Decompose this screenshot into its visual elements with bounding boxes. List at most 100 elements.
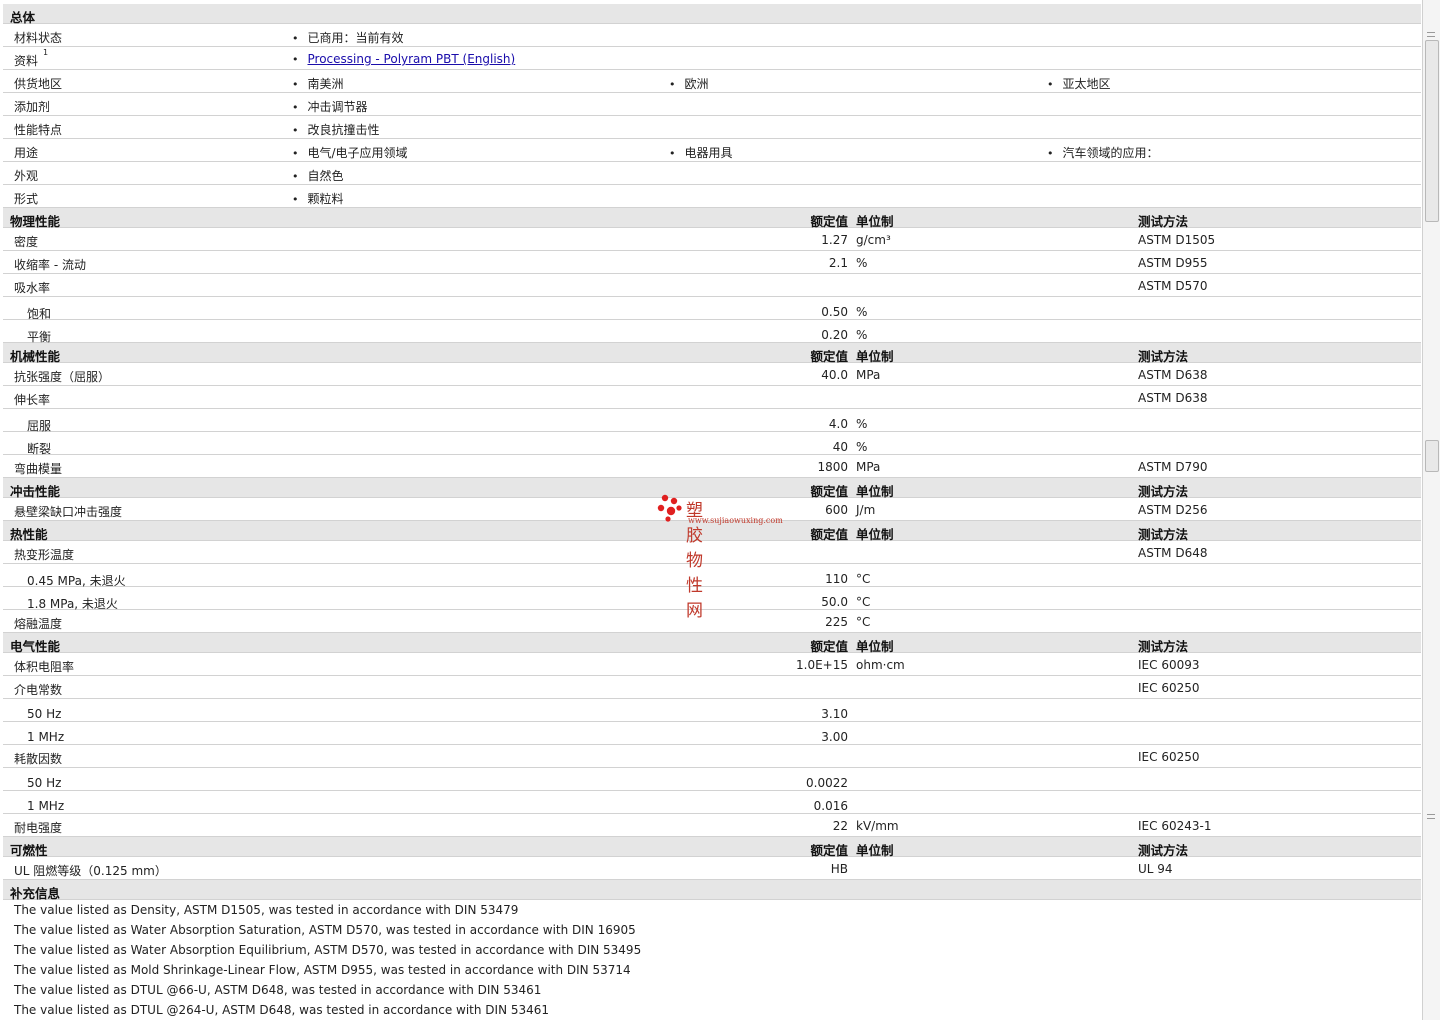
property-row: 抗张强度（屈服） 40.0 MPa ASTM D638 <box>3 363 1421 386</box>
property-unit: % <box>856 305 868 319</box>
property-row: 吸水率 ASTM D570 <box>3 274 1421 297</box>
scrollbar-grip <box>1427 814 1435 815</box>
property-label: 耗散因数 <box>14 752 63 766</box>
property-test-method: ASTM D570 <box>1138 279 1208 293</box>
property-test-method: UL 94 <box>1138 862 1173 876</box>
property-unit: J/m <box>856 503 876 517</box>
property-value: 40.0 <box>821 368 848 382</box>
property-label: 1 MHz <box>27 799 65 813</box>
property-value: HB <box>830 862 848 876</box>
property-label: 体积电阻率 <box>14 660 75 674</box>
property-row: 介电常数 IEC 60250 <box>3 676 1421 699</box>
property-row: 平衡 0.20% <box>3 320 1421 344</box>
note-text: The value listed as DTUL @66-U, ASTM D64… <box>14 983 542 997</box>
property-unit: % <box>856 440 868 454</box>
bullet-item: 冲击调节器 <box>292 98 368 115</box>
property-row: 伸长率 ASTM D638 <box>3 386 1421 409</box>
bullet-item: 已商用：当前有效 <box>292 29 404 46</box>
section-header-notes: 补充信息 <box>3 880 1421 901</box>
scrollbar-thumb[interactable] <box>1425 40 1439 222</box>
property-test-method: IEC 60250 <box>1138 750 1200 764</box>
row-label: 形式 <box>14 192 39 206</box>
row-label: 性能特点 <box>14 123 63 137</box>
property-label: 1 MHz <box>27 730 65 744</box>
section-header: 机械性能 额定值 单位制 测试方法 <box>3 343 1421 364</box>
property-row: 断裂 40% <box>3 432 1421 456</box>
scrollbar-thumb-lower[interactable] <box>1425 440 1439 472</box>
general-row: 性能特点 改良抗撞击性 <box>3 116 1421 139</box>
property-row: 耐电强度 22 kV/mm IEC 60243-1 <box>3 814 1421 837</box>
bullet-item: 亚太地区 <box>1047 75 1111 92</box>
property-row: 耗散因数 IEC 60250 <box>3 745 1421 768</box>
bullet-item: Processing - Polyram PBT (English) <box>292 52 516 66</box>
property-unit: °C <box>856 615 871 629</box>
note-line: The value listed as DTUL @66-U, ASTM D64… <box>3 980 1421 1000</box>
note-line: The value listed as Water Absorption Equ… <box>3 940 1421 960</box>
property-unit: °C <box>856 572 871 586</box>
document-link[interactable]: Processing - Polyram PBT (English) <box>308 52 516 66</box>
general-row: 用途 电气/电子应用领域 电器用具 汽车领域的应用： <box>3 139 1421 162</box>
property-test-method: ASTM D648 <box>1138 546 1208 560</box>
property-value: 22 <box>832 819 848 833</box>
section-header: 可燃性 额定值 单位制 测试方法 <box>3 837 1421 858</box>
row-label: 材料状态 <box>14 31 63 45</box>
watermark-text: 塑胶物性网 <box>686 501 704 621</box>
property-unit: % <box>856 417 868 431</box>
property-row: 体积电阻率 1.0E+15 ohm·cm IEC 60093 <box>3 653 1421 676</box>
section-header: 电气性能 额定值 单位制 测试方法 <box>3 633 1421 654</box>
property-row: 屈服 4.0% <box>3 409 1421 433</box>
property-value: 4.0 <box>828 417 848 431</box>
row-label: 外观 <box>14 169 39 183</box>
note-text: The value listed as DTUL @264-U, ASTM D6… <box>14 1003 550 1017</box>
property-row: 1 MHz 3.00 <box>3 722 1421 745</box>
scrollbar-grip <box>1427 818 1435 819</box>
property-value: 50.0 <box>821 595 848 609</box>
property-test-method: IEC 60243-1 <box>1138 819 1212 833</box>
row-label: 用途 <box>14 146 39 160</box>
property-unit: °C <box>856 595 871 609</box>
property-test-method: ASTM D790 <box>1138 460 1208 474</box>
property-row: 1 MHz 0.016 <box>3 791 1421 814</box>
property-value: 0.50 <box>821 305 848 319</box>
bullet-item: 电器用具 <box>669 144 733 161</box>
property-label: 收缩率 - 流动 <box>14 258 86 272</box>
note-line: The value listed as Water Absorption Sat… <box>3 920 1421 940</box>
property-value: 3.10 <box>821 707 848 721</box>
property-row: 熔融温度 225 °C <box>3 610 1421 633</box>
property-unit: % <box>856 256 868 270</box>
footnote-marker: 1 <box>43 48 49 57</box>
property-label: 50 Hz <box>27 776 62 790</box>
property-unit: ohm·cm <box>856 658 905 672</box>
row-label: 添加剂 <box>14 100 51 114</box>
vertical-scrollbar[interactable] <box>1422 0 1440 1020</box>
property-value: 1.27 <box>821 233 848 247</box>
property-label: 介电常数 <box>14 683 63 697</box>
watermark-logo-icon <box>657 494 682 522</box>
general-row: 供货地区 南美洲 欧洲 亚太地区 <box>3 70 1421 93</box>
row-label: 供货地区 <box>14 77 63 91</box>
property-test-method: ASTM D638 <box>1138 391 1208 405</box>
property-row: 弯曲模量 1800 MPa ASTM D790 <box>3 455 1421 478</box>
section-header: 物理性能 额定值 单位制 测试方法 <box>3 208 1421 229</box>
scrollbar-grip <box>1427 32 1435 33</box>
property-test-method: IEC 60250 <box>1138 681 1200 695</box>
property-unit: MPa <box>856 460 881 474</box>
property-label: 50 Hz <box>27 707 62 721</box>
bullet-item: 自然色 <box>292 167 344 184</box>
property-row: 50 Hz 3.10 <box>3 699 1421 722</box>
property-value: 225 <box>825 615 848 629</box>
general-row: 外观 自然色 <box>3 162 1421 185</box>
property-label: 热变形温度 <box>14 548 75 562</box>
note-text: The value listed as Water Absorption Equ… <box>14 943 642 957</box>
property-unit: g/cm³ <box>856 233 891 247</box>
property-unit: kV/mm <box>856 819 899 833</box>
property-value: 110 <box>825 572 848 586</box>
property-value: 0.0022 <box>806 776 848 790</box>
bullet-item: 电气/电子应用领域 <box>292 144 408 161</box>
property-test-method: ASTM D955 <box>1138 256 1208 270</box>
property-label: 耐电强度 <box>14 821 63 835</box>
property-value: 0.20 <box>821 328 848 342</box>
property-value: 2.1 <box>828 256 848 270</box>
property-value: 1.0E+15 <box>796 658 848 672</box>
general-row: 添加剂 冲击调节器 <box>3 93 1421 116</box>
